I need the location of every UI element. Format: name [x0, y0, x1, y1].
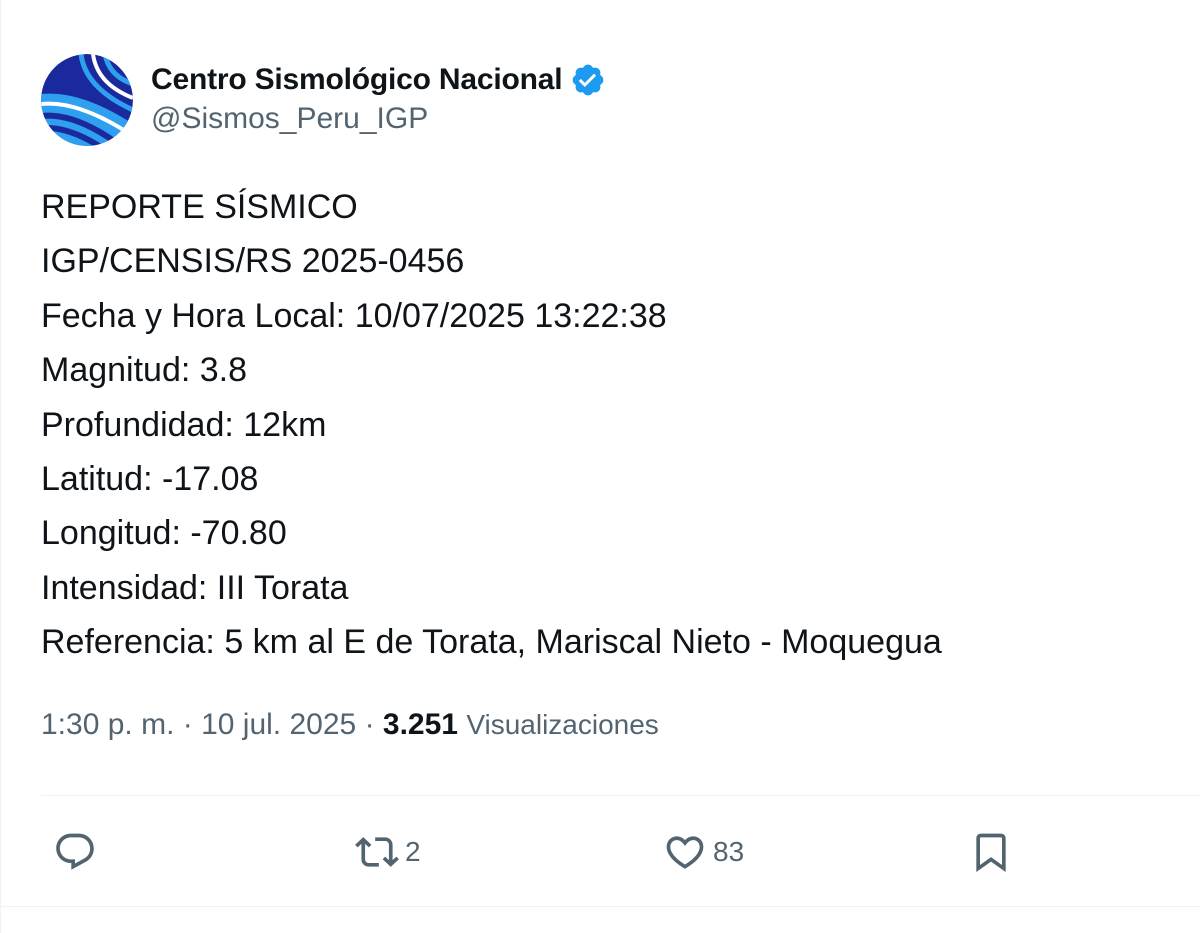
bookmark-icon	[976, 833, 1006, 873]
tweet-date[interactable]: 10 jul. 2025	[201, 708, 356, 741]
retweet-count: 2	[405, 836, 421, 867]
tweet-card: Centro Sismológico Nacional @Sismos_Peru…	[0, 0, 1200, 933]
bottom-divider	[1, 906, 1200, 907]
reply-icon	[56, 833, 94, 870]
display-name-row: Centro Sismológico Nacional	[151, 60, 606, 100]
tweet-meta: 1:30 p. m. · 10 jul. 2025 · 3.251 Visual…	[41, 708, 659, 742]
tweet-time[interactable]: 1:30 p. m.	[41, 708, 174, 741]
tweet-line: Longitud: -70.80	[41, 514, 287, 553]
retweet-button[interactable]: 2	[355, 820, 421, 884]
reply-button[interactable]	[53, 820, 103, 884]
retweet-icon	[355, 837, 399, 867]
action-bar: 2 83	[1, 820, 1200, 884]
tweet-line: Fecha y Hora Local: 10/07/2025 13:22:38	[41, 296, 667, 335]
author-display-name[interactable]: Centro Sismológico Nacional	[151, 63, 563, 97]
author-names: Centro Sismológico Nacional @Sismos_Peru…	[151, 60, 606, 136]
tweet-line: Magnitud: 3.8	[41, 351, 248, 390]
tweet-line: Intensidad: III Torata	[41, 568, 349, 607]
meta-separator: ·	[364, 708, 383, 741]
verified-badge-icon[interactable]	[570, 62, 606, 98]
tweet-line: IGP/CENSIS/RS 2025-0456	[41, 242, 465, 281]
heart-icon	[666, 836, 704, 869]
views-count[interactable]: 3.251	[383, 708, 466, 741]
tweet-text: REPORTE SÍSMICO IGP/CENSIS/RS 2025-0456 …	[41, 180, 942, 670]
tweet-line: Profundidad: 12km	[41, 405, 327, 444]
author-handle[interactable]: @Sismos_Peru_IGP	[151, 102, 606, 136]
like-button[interactable]: 83	[663, 820, 744, 884]
tweet-line: Referencia: 5 km al E de Torata, Marisca…	[41, 623, 942, 662]
tweet-header: Centro Sismológico Nacional @Sismos_Peru…	[41, 54, 606, 146]
tweet-line: Latitud: -17.08	[41, 460, 259, 499]
bookmark-button[interactable]	[969, 820, 1019, 884]
like-count: 83	[713, 836, 745, 867]
divider	[41, 795, 1200, 796]
igp-seismic-logo-icon[interactable]	[41, 54, 133, 146]
tweet-line: REPORTE SÍSMICO	[41, 188, 358, 226]
meta-separator: ·	[182, 708, 202, 741]
views-label[interactable]: Visualizaciones	[466, 709, 659, 740]
